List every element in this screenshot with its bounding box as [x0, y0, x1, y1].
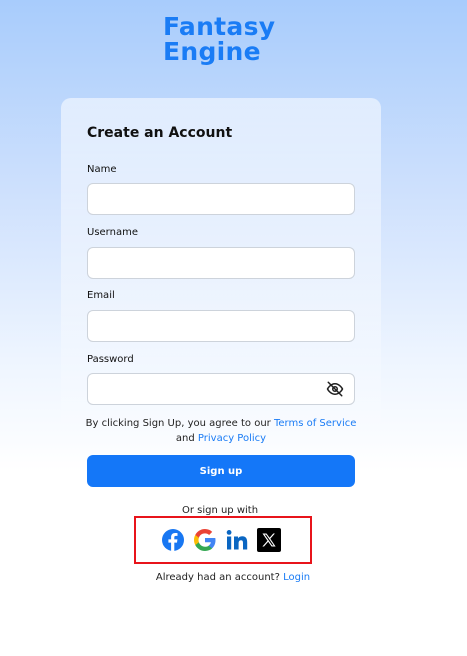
- password-input[interactable]: [87, 373, 355, 405]
- password-label: Password: [87, 354, 134, 365]
- brand-logo-line1: Fantasy: [163, 12, 276, 41]
- eye-slash-icon[interactable]: [326, 380, 344, 398]
- signup-button[interactable]: Sign up: [87, 455, 355, 487]
- linkedin-icon[interactable]: [225, 528, 249, 552]
- login-prompt-text: Already had an account?: [155, 572, 280, 583]
- facebook-icon[interactable]: [161, 528, 185, 552]
- username-label: Username: [87, 227, 138, 238]
- username-input[interactable]: [87, 247, 355, 279]
- terms-notice: By clicking Sign Up, you agree to our Te…: [80, 416, 362, 446]
- privacy-policy-link[interactable]: Privacy Policy: [198, 433, 266, 444]
- login-prompt: Already had an account? Login: [100, 572, 366, 583]
- brand-logo-line2: Engine: [163, 37, 261, 66]
- form-title: Create an Account: [87, 125, 233, 141]
- email-input[interactable]: [87, 310, 355, 342]
- terms-prefix: By clicking Sign Up, you agree to our: [85, 418, 271, 429]
- name-label: Name: [87, 164, 117, 175]
- email-label: Email: [87, 290, 115, 301]
- social-signup-prompt: Or sign up with: [181, 505, 259, 516]
- terms-of-service-link[interactable]: Terms of Service: [274, 418, 356, 429]
- name-input[interactable]: [87, 183, 355, 215]
- login-link[interactable]: Login: [283, 572, 310, 583]
- brand-logo: Fantasy Engine: [163, 14, 275, 64]
- x-icon[interactable]: [257, 528, 281, 552]
- google-icon[interactable]: [193, 528, 217, 552]
- terms-and: and: [175, 433, 195, 444]
